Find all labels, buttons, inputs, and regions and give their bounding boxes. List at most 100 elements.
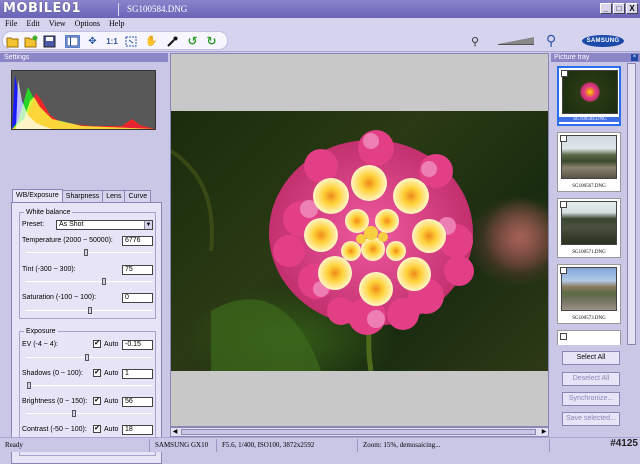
brightness-auto-checkbox[interactable]: ✔	[93, 397, 101, 405]
thumbnail-checkbox[interactable]	[560, 135, 567, 142]
tray-header: Picture tray ×	[551, 53, 640, 62]
white-balance-title: White balance	[24, 208, 73, 217]
brightness-field[interactable]: 56	[122, 397, 153, 407]
save-icon[interactable]	[42, 35, 57, 48]
temperature-label: Temperature (2000 ~ 50000):	[22, 237, 113, 244]
thumbnail-checkbox[interactable]	[560, 333, 567, 340]
zoom-in-icon[interactable]: ⚲	[546, 32, 556, 49]
save-selected-button[interactable]: Save selected...	[562, 412, 620, 426]
title-bar: MOBILE01 SG100584.DNG _ □ X	[0, 0, 640, 18]
tab-content-wb-exposure: White balance Preset: As Shot ▼ Temperat…	[11, 202, 162, 464]
thumbnail-checkbox[interactable]	[560, 267, 567, 274]
shadows-slider[interactable]	[26, 382, 153, 389]
open-recent-icon[interactable]	[24, 35, 39, 48]
ev-field[interactable]: -0.15	[122, 340, 153, 350]
ev-label: EV (-4 ~ 4):	[22, 341, 58, 348]
toolbar: ✥ 1:1 ✋ ↺ ↻ ⚲ ⚲ SAMSUNG	[0, 29, 640, 52]
deselect-all-button[interactable]: Deselect All	[562, 372, 620, 386]
status-camera: SAMSUNG GX10	[152, 439, 217, 452]
tab-lens[interactable]: Lens	[102, 190, 126, 202]
close-icon[interactable]: ×	[631, 54, 638, 61]
slider-thumb[interactable]	[84, 249, 88, 256]
slider-thumb[interactable]	[27, 382, 31, 389]
menu-file[interactable]: File	[5, 18, 17, 29]
rotate-left-icon[interactable]: ↺	[185, 35, 200, 48]
window-title: SG100584.DNG	[127, 4, 188, 14]
zoom-out-icon[interactable]: ⚲	[471, 35, 479, 48]
window-controls: _ □ X	[600, 3, 638, 14]
brightness-slider[interactable]	[26, 410, 153, 417]
tint-slider[interactable]	[26, 278, 153, 285]
slider-thumb[interactable]	[88, 307, 92, 314]
chevron-down-icon[interactable]: ▼	[144, 221, 152, 229]
tint-field[interactable]: 75	[122, 265, 153, 275]
synchronize-button[interactable]: Synchronize...	[562, 392, 620, 406]
actual-size-icon[interactable]: 1:1	[103, 35, 121, 48]
scroll-right-icon[interactable]: ▶	[540, 428, 548, 436]
settings-header: Settings	[0, 53, 168, 62]
temperature-field[interactable]: 6776	[122, 236, 153, 246]
menu-view[interactable]: View	[49, 18, 66, 29]
image-viewer[interactable]	[170, 53, 549, 427]
toolbar-group: ✥ 1:1 ✋ ↺ ↻	[2, 31, 228, 50]
slider-thumb[interactable]	[102, 278, 106, 285]
contrast-auto-label: Auto	[104, 426, 119, 433]
thumbnail-label: SG100571.DNG	[572, 250, 606, 255]
slider-track	[26, 385, 153, 386]
contrast-auto-checkbox[interactable]: ✔	[93, 425, 101, 433]
rotate-right-icon[interactable]: ↻	[204, 35, 219, 48]
close-button[interactable]: X	[626, 3, 638, 14]
menu-options[interactable]: Options	[75, 18, 100, 29]
picture-tray: Picture tray × SG100584.DNG SG100567.DNG…	[551, 53, 640, 437]
thumbnail-item[interactable]	[557, 330, 621, 345]
status-zoom: Zoom: 15%, demosaicing...	[360, 439, 550, 452]
thumbnail-item[interactable]: SG100584.DNG	[557, 66, 621, 126]
horizontal-scrollbar[interactable]: ◀ ▶	[170, 427, 549, 437]
shadows-field[interactable]: 1	[122, 369, 153, 379]
select-all-button[interactable]: Select All	[562, 351, 620, 365]
eyedropper-icon[interactable]	[165, 35, 180, 48]
fit-icon[interactable]	[124, 35, 139, 48]
saturation-label: Saturation (-100 ~ 100):	[22, 294, 97, 301]
slider-thumb[interactable]	[72, 410, 76, 417]
app-logo: MOBILE01	[3, 1, 81, 16]
scroll-left-icon[interactable]: ◀	[171, 428, 179, 436]
thumbnail-item[interactable]: SG100573.DNG	[557, 264, 621, 324]
ev-auto-label: Auto	[104, 341, 119, 348]
menu-bar: File Edit View Options Help	[0, 18, 640, 29]
saturation-slider[interactable]	[26, 307, 153, 314]
thumbnail-item[interactable]: SG100571.DNG	[557, 198, 621, 258]
menu-edit[interactable]: Edit	[26, 18, 39, 29]
ev-slider[interactable]	[26, 354, 153, 361]
zoom-slider[interactable]	[498, 37, 534, 45]
shadows-auto-checkbox[interactable]: ✔	[93, 369, 101, 377]
tab-wb-exposure[interactable]: WB/Exposure	[12, 189, 63, 202]
slider-track	[26, 357, 153, 358]
tab-sharpness[interactable]: Sharpness	[61, 190, 104, 202]
minimize-button[interactable]: _	[600, 3, 612, 14]
thumbnail-label: SG100573.DNG	[572, 316, 606, 321]
brightness-auto-label: Auto	[104, 398, 119, 405]
thumbnail-item[interactable]: SG100567.DNG	[557, 132, 621, 192]
open-folder-icon[interactable]	[6, 35, 21, 48]
thumbnail-image	[561, 201, 617, 245]
menu-help[interactable]: Help	[109, 18, 125, 29]
layout-icon[interactable]	[65, 35, 80, 48]
tray-scrollbar[interactable]	[627, 63, 636, 345]
move-icon[interactable]: ✥	[85, 35, 100, 48]
maximize-button[interactable]: □	[613, 3, 625, 14]
preset-select[interactable]: As Shot ▼	[56, 220, 153, 230]
ev-auto-checkbox[interactable]: ✔	[93, 340, 101, 348]
saturation-field[interactable]: 0	[122, 293, 153, 303]
slider-thumb[interactable]	[85, 354, 89, 361]
thumbnail-checkbox[interactable]	[561, 70, 568, 77]
thumbnail-label: SG100584.DNG	[559, 117, 621, 122]
hand-icon[interactable]: ✋	[144, 35, 159, 48]
tab-curve[interactable]: Curve	[124, 190, 152, 202]
scroll-thumb[interactable]	[181, 429, 536, 435]
title-separator	[118, 3, 119, 16]
temperature-slider[interactable]	[26, 249, 153, 256]
contrast-field[interactable]: 18	[122, 425, 153, 435]
thumbnail-checkbox[interactable]	[560, 201, 567, 208]
histogram	[11, 70, 156, 130]
